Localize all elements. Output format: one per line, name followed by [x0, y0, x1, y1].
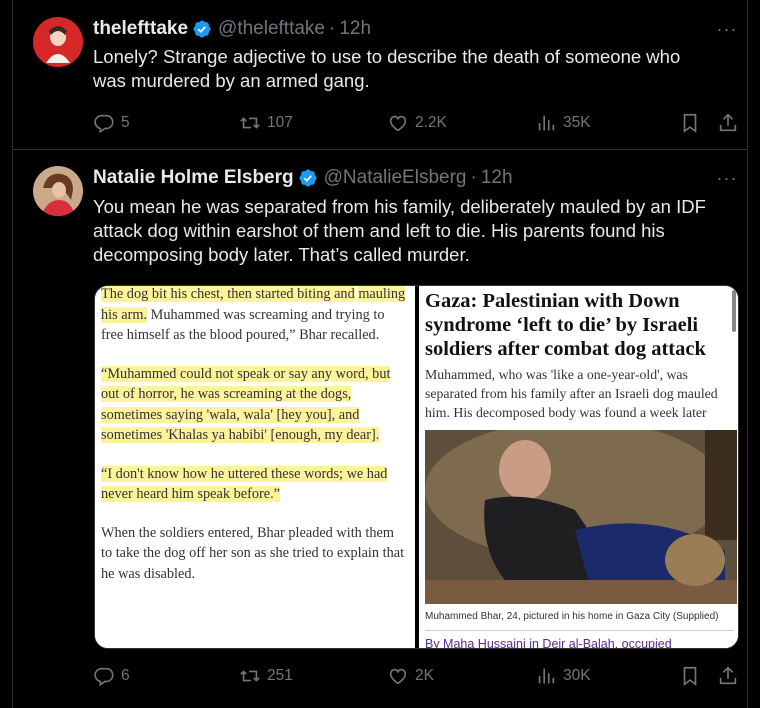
avatar-image: [33, 17, 83, 67]
repost-button[interactable]: 251: [239, 663, 293, 689]
tweet[interactable]: thelefttake @thelefttake · 12h ··· Lonel…: [12, 0, 748, 150]
separator-dot: ·: [329, 18, 336, 39]
article-byline: By Maha Hussaini in Deir al-Balah, occup…: [425, 630, 734, 648]
photo-caption: Muhammed Bhar, 24, pictured in his home …: [425, 611, 719, 622]
timestamp[interactable]: 12h: [339, 18, 371, 40]
article-headline-image[interactable]: Gaza: Palestinian with Down syndrome ‘le…: [419, 286, 738, 648]
verified-badge-icon: [298, 168, 318, 188]
scrollbar[interactable]: [732, 290, 736, 332]
share-icon: [719, 113, 737, 132]
like-count: 2K: [415, 667, 434, 684]
repost-icon: [240, 117, 260, 129]
article-excerpt-image[interactable]: The dog bit his chest, then started biti…: [95, 286, 415, 648]
share-button[interactable]: [717, 663, 739, 689]
bookmark-icon: [683, 113, 697, 133]
highlighted-quote: The dog bit his chest, then started biti…: [101, 286, 355, 302]
avatar-image: [33, 166, 83, 216]
views-icon: [538, 115, 555, 131]
timestamp[interactable]: 12h: [481, 167, 513, 189]
tweet-header: Natalie Holme Elsberg @NatalieElsberg · …: [93, 166, 707, 190]
like-count: 2.2K: [415, 114, 447, 131]
separator-dot: ·: [470, 167, 477, 188]
tweet-header: thelefttake @thelefttake · 12h: [93, 17, 707, 41]
bookmark-icon: [683, 666, 697, 686]
handle[interactable]: @NatalieElsberg: [324, 167, 467, 189]
repost-button[interactable]: 107: [239, 110, 293, 136]
like-button[interactable]: 2.2K: [387, 110, 447, 136]
share-icon: [719, 666, 737, 685]
reply-count: 5: [121, 114, 130, 131]
tweet-media[interactable]: The dog bit his chest, then started biti…: [94, 285, 739, 649]
like-button[interactable]: 2K: [387, 663, 434, 689]
avatar[interactable]: [33, 17, 83, 67]
views-count: 35K: [563, 114, 591, 131]
tweet-text: You mean he was separated from his famil…: [93, 196, 706, 265]
action-bar: 6 251 2K 30K: [93, 663, 737, 689]
reply-button[interactable]: 6: [93, 663, 130, 689]
highlighted-quote: “Muhammed could not speak or say any wor…: [101, 365, 391, 443]
views-icon: [538, 668, 555, 684]
views-button[interactable]: 35K: [535, 110, 591, 136]
repost-count: 251: [267, 667, 293, 684]
avatar[interactable]: [33, 166, 83, 216]
highlighted-quote: “I don't know how he uttered these words…: [101, 465, 388, 502]
views-button[interactable]: 30K: [535, 663, 591, 689]
like-icon: [389, 115, 407, 132]
like-icon: [389, 668, 407, 685]
repost-icon: [240, 670, 260, 682]
article-subtitle: Muhammed, who was 'like a one-year-old',…: [425, 367, 718, 420]
article-title: Gaza: Palestinian with Down syndrome ‘le…: [425, 290, 706, 360]
more-options-icon[interactable]: ···: [715, 19, 739, 39]
bookmark-button[interactable]: [679, 110, 701, 136]
reply-icon: [94, 114, 114, 134]
reply-button[interactable]: 5: [93, 110, 130, 136]
share-button[interactable]: [717, 110, 739, 136]
handle[interactable]: @thelefttake: [218, 18, 325, 40]
views-count: 30K: [563, 667, 591, 684]
repost-count: 107: [267, 114, 293, 131]
reply-icon: [94, 667, 114, 687]
display-name[interactable]: thelefttake: [93, 18, 188, 40]
article-photo: [425, 430, 737, 604]
tweet[interactable]: Natalie Holme Elsberg @NatalieElsberg · …: [12, 151, 748, 708]
display-name[interactable]: Natalie Holme Elsberg: [93, 167, 294, 189]
excerpt-text: When the soldiers entered, Bhar pleaded …: [101, 524, 405, 582]
reply-count: 6: [121, 667, 130, 684]
verified-badge-icon: [192, 19, 212, 39]
action-bar: 5 107 2.2K 35K: [93, 110, 737, 136]
bookmark-button[interactable]: [679, 663, 701, 689]
more-options-icon[interactable]: ···: [715, 168, 739, 188]
tweet-text: Lonely? Strange adjective to use to desc…: [93, 46, 681, 91]
